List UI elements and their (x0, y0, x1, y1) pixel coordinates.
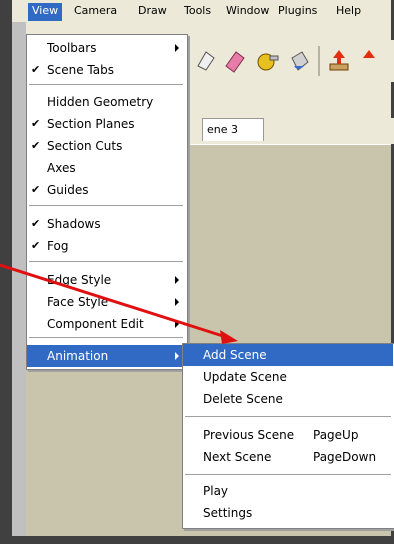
shortcut-label: PageDown (313, 450, 377, 464)
animation-menu-item-next-scene[interactable]: Next Scene PageDown (183, 446, 393, 468)
menu-window[interactable]: Window (222, 3, 273, 21)
checkmark-icon: ✔ (31, 139, 41, 152)
view-menu-item-edge-style[interactable]: Edge Style (27, 269, 185, 291)
menu-separator (185, 474, 391, 475)
submenu-arrow-icon (175, 44, 179, 52)
checkmark-icon: ✔ (31, 239, 41, 252)
submenu-arrow-icon (175, 276, 179, 284)
menu-item-label: Toolbars (47, 41, 97, 55)
tab-scene-3[interactable]: ene 3 (202, 118, 264, 141)
menu-item-label: Shadows (47, 217, 101, 231)
menu-item-label: Delete Scene (203, 392, 283, 406)
menu-item-label: Previous Scene (203, 428, 295, 442)
view-menu-item-animation[interactable]: Animation (27, 345, 185, 367)
toolbar (188, 40, 394, 82)
animation-menu-item-delete-scene[interactable]: Delete Scene (183, 388, 393, 410)
menu-separator (185, 416, 391, 417)
menu-item-label: Scene Tabs (47, 63, 114, 77)
push-pull-icon[interactable] (326, 48, 352, 74)
menu-camera[interactable]: Camera (70, 3, 121, 21)
view-menu-item-face-style[interactable]: Face Style (27, 291, 185, 313)
menu-item-label: Settings (203, 506, 253, 520)
eraser-icon[interactable] (192, 48, 218, 74)
menu-help[interactable]: Help (332, 3, 365, 21)
checkmark-icon: ✔ (31, 63, 41, 76)
menu-item-label: Next Scene (203, 450, 272, 464)
menu-item-label: Axes (47, 161, 76, 175)
animation-menu-item-settings[interactable]: Settings (183, 502, 393, 524)
view-menu-item-scene-tabs[interactable]: ✔ Scene Tabs (27, 59, 185, 81)
checkmark-icon: ✔ (31, 183, 41, 196)
tape-measure-icon[interactable] (254, 48, 280, 74)
menu-item-label: Guides (47, 183, 89, 197)
view-menu-item-section-planes[interactable]: ✔ Section Planes (27, 113, 185, 135)
menu-bar: View Camera Draw Tools Window Plugins He… (26, 0, 391, 22)
pink-eraser-icon[interactable] (222, 48, 248, 74)
animation-menu-item-previous-scene[interactable]: Previous Scene PageUp (183, 424, 393, 446)
shortcut-label: PageUp (313, 428, 359, 442)
menu-item-label: Animation (47, 349, 109, 363)
view-menu-item-guides[interactable]: ✔ Guides (27, 179, 185, 201)
left-panel (12, 22, 26, 536)
view-menu: Toolbars ✔ Scene Tabs Hidden Geometry ✔ Secti… (26, 34, 188, 370)
menu-item-label: Section Cuts (47, 139, 123, 153)
menu-separator (29, 261, 183, 262)
view-menu-item-toolbars[interactable]: Toolbars (27, 37, 185, 59)
submenu-arrow-icon (175, 352, 179, 360)
window-frame-bottom (0, 536, 394, 544)
menu-tools[interactable]: Tools (180, 3, 215, 21)
menu-item-label: Fog (47, 239, 69, 253)
menu-item-label: Component Edit (47, 317, 144, 331)
view-menu-item-section-cuts[interactable]: ✔ Section Cuts (27, 135, 185, 157)
checkmark-icon: ✔ (31, 217, 41, 230)
animation-menu-item-update-scene[interactable]: Update Scene (183, 366, 393, 388)
checkmark-icon: ✔ (31, 117, 41, 130)
menu-separator (29, 84, 183, 85)
view-menu-item-fog[interactable]: ✔ Fog (27, 235, 185, 257)
submenu-arrow-icon (175, 320, 179, 328)
view-menu-item-axes[interactable]: Axes (27, 157, 185, 179)
menu-view[interactable]: View (28, 3, 63, 21)
window-frame-left (0, 0, 12, 544)
menu-item-label: Add Scene (203, 348, 267, 362)
move-icon[interactable] (356, 48, 382, 74)
view-menu-item-component-edit[interactable]: Component Edit (27, 313, 185, 335)
menu-item-label: Hidden Geometry (47, 95, 154, 109)
animation-menu-item-play[interactable]: Play (183, 480, 393, 502)
menu-separator (29, 205, 183, 206)
submenu-arrow-icon (175, 298, 179, 306)
animation-submenu: Add Scene Update Scene Delete Scene Previou… (182, 343, 394, 529)
view-menu-item-shadows[interactable]: ✔ Shadows (27, 213, 185, 235)
menu-item-label: Play (203, 484, 229, 498)
menu-item-label: Section Planes (47, 117, 135, 131)
paint-bucket-icon[interactable] (286, 48, 312, 74)
menu-item-label: Update Scene (203, 370, 287, 384)
menu-separator (29, 337, 183, 338)
menu-plugins[interactable]: Plugins (274, 3, 321, 21)
menu-draw[interactable]: Draw (134, 3, 171, 21)
view-menu-item-hidden-geometry[interactable]: Hidden Geometry (27, 91, 185, 113)
toolbar-separator (318, 46, 320, 76)
animation-menu-item-add-scene[interactable]: Add Scene (183, 344, 393, 366)
menu-item-label: Edge Style (47, 273, 112, 287)
menu-item-label: Face Style (47, 295, 109, 309)
